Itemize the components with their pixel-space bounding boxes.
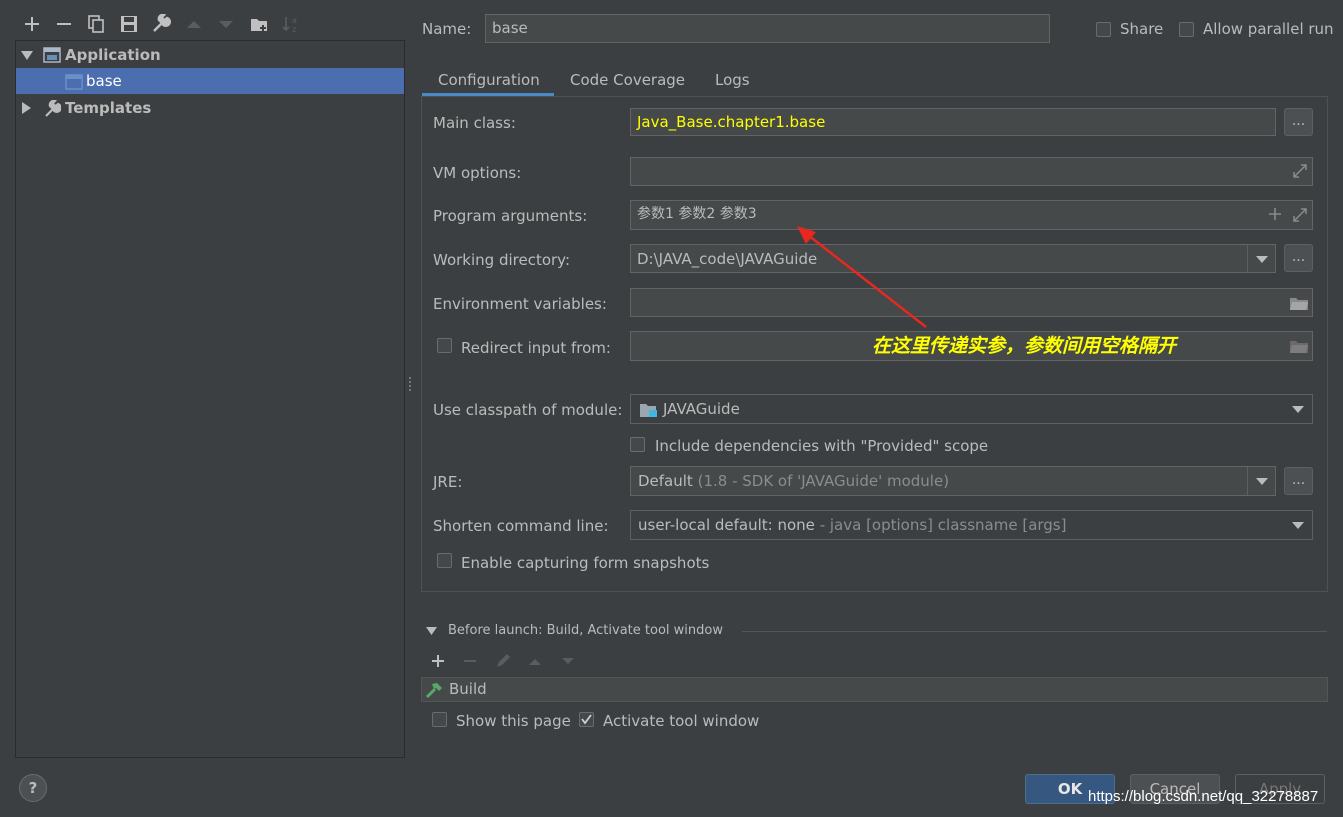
folder-icon[interactable] [1289, 296, 1309, 311]
plus-icon[interactable] [430, 653, 446, 669]
working-directory-browse-button[interactable]: ... [1284, 244, 1313, 272]
expand-icon[interactable] [1292, 207, 1308, 223]
parallel-run-checkbox[interactable] [1179, 22, 1194, 37]
program-arguments-label: Program arguments: [433, 207, 588, 225]
build-task-label: Build [449, 680, 487, 698]
arrow-down-icon [560, 653, 576, 669]
folder-add-icon[interactable] [249, 14, 269, 34]
sort-icon: az [281, 14, 301, 34]
plus-icon[interactable] [22, 14, 42, 34]
redirect-input-checkbox[interactable] [437, 338, 452, 353]
jre-detail: (1.8 - SDK of 'JAVAGuide' module) [697, 472, 950, 490]
minus-icon [462, 653, 478, 669]
shorten-command-line-detail: - java [options] classname [args] [819, 516, 1067, 534]
vm-options-label: VM options: [433, 164, 522, 182]
add-macro-icon[interactable] [1268, 207, 1282, 221]
jre-browse-button[interactable]: ... [1284, 467, 1313, 495]
activate-tool-window-checkbox[interactable] [579, 712, 594, 727]
show-page-checkbox[interactable] [432, 712, 447, 727]
splitter-handle[interactable] [408, 376, 412, 394]
arrow-up-icon [184, 14, 204, 34]
dropdown-arrow-icon[interactable] [1284, 511, 1312, 539]
hammer-icon [425, 681, 443, 699]
parallel-run-label: Allow parallel run [1203, 20, 1334, 38]
working-directory-label: Working directory: [433, 251, 571, 269]
tree-label-templates: Templates [65, 99, 152, 117]
before-launch-title: Before launch: Build, Activate tool wind… [448, 623, 723, 638]
environment-variables-label: Environment variables: [433, 295, 607, 313]
checkmark-icon [581, 714, 592, 725]
before-launch-collapse-icon[interactable] [426, 627, 437, 636]
svg-text:a: a [292, 16, 297, 25]
tree-item-templates[interactable]: Templates [16, 95, 404, 121]
show-page-label: Show this page [456, 712, 571, 730]
capture-snapshots-checkbox[interactable] [437, 553, 452, 568]
name-input[interactable]: base [485, 14, 1050, 43]
classpath-module-combo[interactable]: JAVAGuide [630, 394, 1313, 424]
before-launch-task-list: Build [421, 677, 1328, 702]
dropdown-arrow-icon[interactable] [1247, 467, 1275, 495]
main-class-label: Main class: [433, 114, 516, 132]
wrench-icon [43, 100, 61, 118]
vm-options-input[interactable] [630, 157, 1313, 186]
tree-label-base: base [86, 72, 122, 90]
shorten-command-line-label: Shorten command line: [433, 517, 609, 535]
program-arguments-input[interactable]: 参数1 参数2 参数3 [630, 200, 1313, 230]
before-launch-task-build[interactable]: Build [422, 678, 1327, 701]
application-icon [43, 47, 61, 63]
tab-configuration[interactable]: Configuration [422, 62, 554, 96]
share-checkbox[interactable] [1096, 22, 1111, 37]
annotation-text: 在这里传递实参，参数间用空格隔开 [872, 335, 1177, 357]
module-icon [639, 402, 659, 418]
collapse-arrow-icon[interactable] [22, 102, 32, 114]
annotation-arrow [797, 226, 927, 328]
name-label: Name: [422, 20, 472, 38]
activate-tool-window-label: Activate tool window [603, 712, 760, 730]
save-icon[interactable] [119, 14, 139, 34]
expand-arrow-icon[interactable] [21, 51, 33, 61]
wrench-icon[interactable] [151, 14, 171, 34]
tree-item-application[interactable]: Application [16, 42, 404, 68]
help-button[interactable]: ? [19, 774, 47, 802]
jre-label: JRE: [433, 473, 463, 491]
tab-configuration-label: Configuration [438, 71, 540, 89]
dropdown-arrow-icon[interactable] [1247, 245, 1275, 272]
arrow-down-icon [216, 14, 236, 34]
jre-value: Default [638, 472, 693, 490]
tab-logs-label: Logs [715, 71, 750, 89]
shorten-command-line-value: user-local default: none [638, 516, 815, 534]
arrow-up-icon [527, 653, 543, 669]
application-config-icon [65, 74, 83, 90]
jre-combo[interactable]: Default (1.8 - SDK of 'JAVAGuide' module… [630, 466, 1276, 496]
tree-label-application: Application [65, 46, 161, 64]
configuration-tree: Application base Templates [15, 40, 405, 758]
watermark-text: https://blog.csdn.net/qq_32278887 [1088, 788, 1319, 805]
include-dependencies-checkbox[interactable] [630, 437, 645, 452]
main-class-browse-button[interactable]: ... [1284, 108, 1313, 136]
divider [742, 631, 1327, 632]
tab-code-coverage-label: Code Coverage [570, 71, 686, 89]
copy-icon[interactable] [86, 14, 106, 34]
tree-item-base[interactable]: base [16, 68, 404, 94]
dropdown-arrow-icon[interactable] [1284, 395, 1312, 423]
folder-icon[interactable] [1289, 339, 1309, 354]
expand-icon[interactable] [1292, 163, 1308, 179]
redirect-input-label: Redirect input from: [461, 339, 611, 357]
classpath-module-value: JAVAGuide [663, 400, 740, 418]
include-dependencies-label: Include dependencies with "Provided" sco… [655, 437, 989, 455]
main-class-input[interactable]: Java_Base.chapter1.base [630, 108, 1276, 136]
minus-icon[interactable] [54, 14, 74, 34]
capture-snapshots-label: Enable capturing form snapshots [461, 554, 710, 572]
svg-text:z: z [292, 25, 296, 34]
working-directory-combo[interactable]: D:\JAVA_code\JAVAGuide [630, 244, 1276, 273]
environment-variables-input[interactable] [630, 288, 1313, 317]
classpath-module-label: Use classpath of module: [433, 401, 623, 419]
shorten-command-line-combo[interactable]: user-local default: none - java [options… [630, 510, 1313, 540]
share-label: Share [1120, 20, 1164, 38]
edit-icon [495, 653, 511, 669]
